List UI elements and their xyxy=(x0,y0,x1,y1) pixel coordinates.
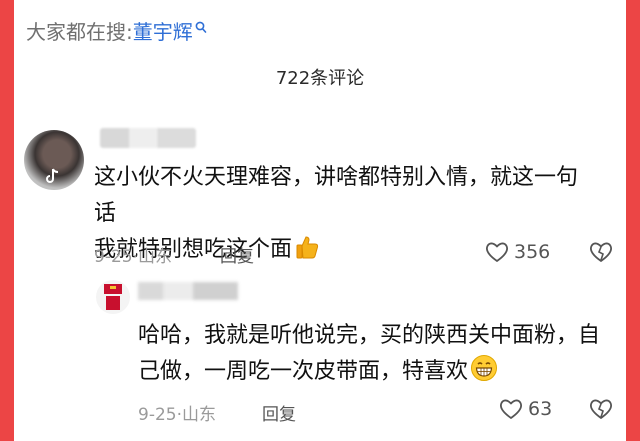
tiktok-icon xyxy=(46,168,60,188)
reply-line-2-row: 己做，一周吃一次皮带面，特喜欢 xyxy=(138,354,618,394)
heart-icon xyxy=(486,242,508,262)
reply-avatar[interactable] xyxy=(96,280,130,314)
reply-username-blurred[interactable] xyxy=(138,282,238,300)
reply-line-2: 己做，一周吃一次皮带面，特喜欢 xyxy=(138,359,469,384)
broken-heart-icon[interactable] xyxy=(588,240,614,268)
comment-date-location: 9-25·山东 xyxy=(94,247,172,267)
reply-reply-button[interactable]: 回复 xyxy=(262,400,296,425)
search-term-link[interactable]: 董宇辉 xyxy=(133,20,193,44)
username-blurred[interactable] xyxy=(100,128,196,148)
reply-like-count: 63 xyxy=(528,398,553,420)
comment-count-title: 722条评论 xyxy=(275,68,365,89)
reply-date-location: 9-25·山东 xyxy=(138,405,216,425)
reply-like-button[interactable]: 63 xyxy=(498,397,552,421)
comment-line-1: 这小伙不火天理难容，讲啥都特别入情，就这一句话 xyxy=(94,165,579,226)
reply-body: 哈哈，我就是听他说完，买的陕西关中面粉，自 己做，一周吃一次皮带面，特喜欢 xyxy=(138,318,618,394)
search-icon xyxy=(195,16,207,40)
like-button[interactable]: 356 xyxy=(484,240,550,264)
search-suggestion[interactable]: 大家都在搜:董宇辉 xyxy=(26,16,207,45)
like-count: 356 xyxy=(514,241,551,263)
heart-icon xyxy=(500,399,522,419)
avatar[interactable] xyxy=(24,130,84,190)
red-frame-right xyxy=(626,0,640,441)
comment-panel: 大家都在搜:董宇辉 722条评论 这小伙不火天理难容，讲啥都特别入情，就这一句话… xyxy=(14,0,626,441)
reply-line-1: 哈哈，我就是听他说完，买的陕西关中面粉，自 xyxy=(138,323,601,348)
grinning-face-icon xyxy=(470,354,498,394)
red-frame-left xyxy=(0,0,14,441)
thumbs-up-icon xyxy=(294,234,320,272)
search-prefix: 大家都在搜: xyxy=(26,20,133,44)
broken-heart-icon[interactable] xyxy=(588,397,614,425)
reply-button[interactable]: 回复 xyxy=(220,242,254,267)
